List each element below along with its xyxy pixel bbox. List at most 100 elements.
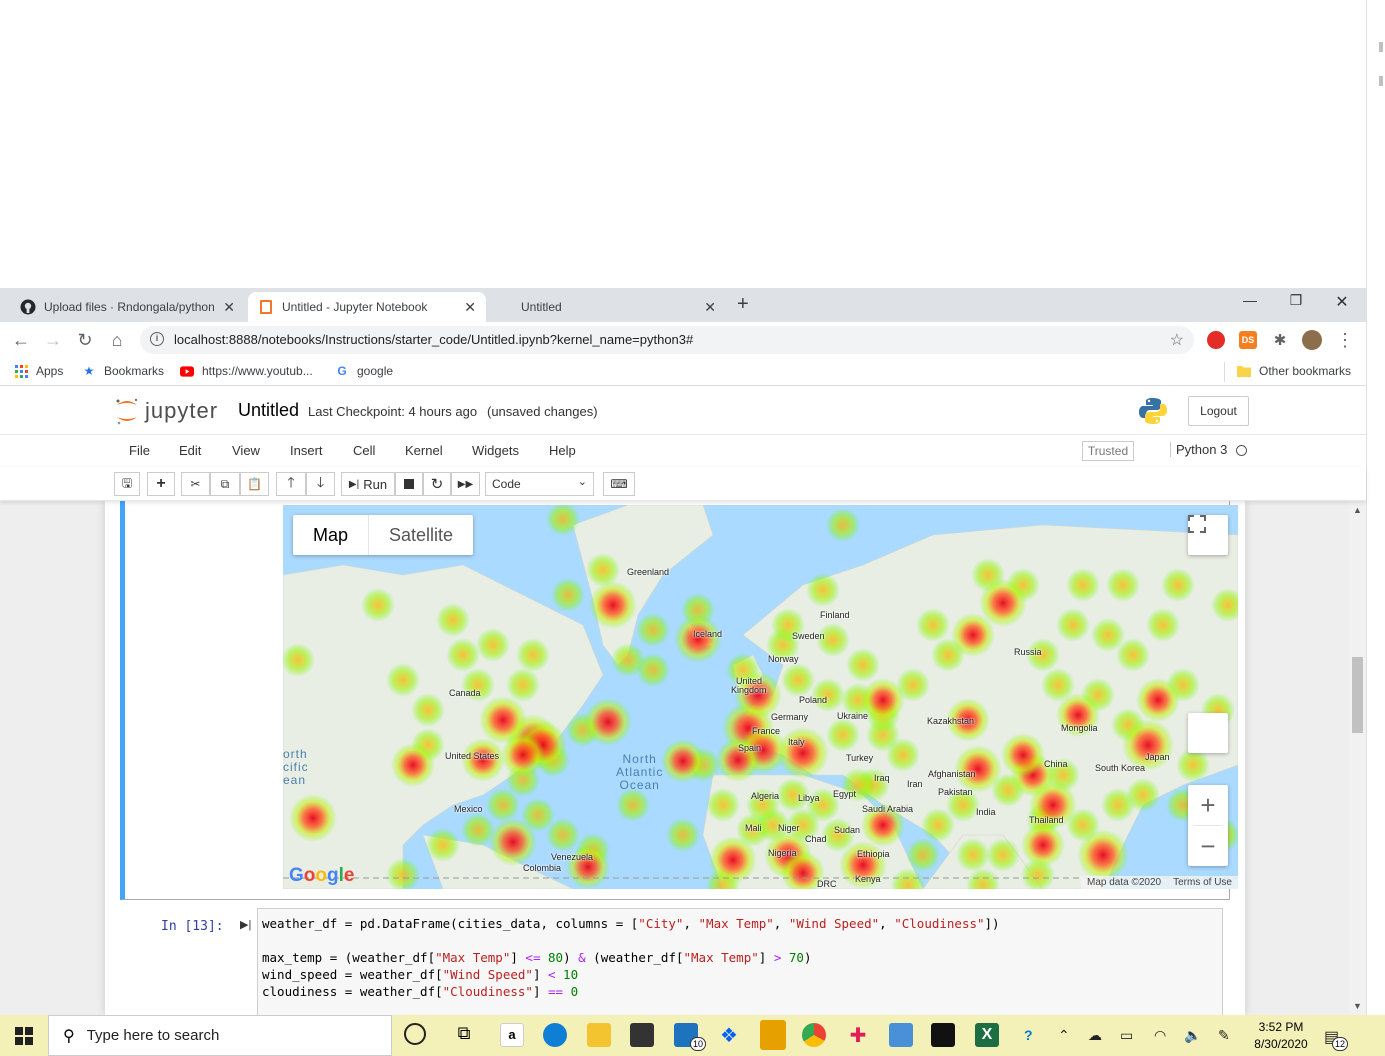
menu-edit[interactable]: Edit [179, 443, 201, 458]
onedrive-icon[interactable]: ☁ [1088, 1027, 1102, 1044]
move-up-button[interactable]: 🡑 [276, 472, 306, 496]
chrome-icon[interactable] [802, 1023, 826, 1047]
save-button[interactable]: 🖫 [114, 472, 140, 496]
map-type-satellite-button[interactable]: Satellite [368, 515, 473, 555]
reload-icon[interactable]: ↻ [74, 330, 96, 351]
fullscreen-button[interactable] [1188, 515, 1228, 555]
map-label: Finland [820, 610, 850, 620]
tab-github[interactable]: Upload files · Rndongala/python- ✕ [10, 292, 245, 322]
restart-run-all-button[interactable]: ▶▶ [451, 472, 480, 496]
notebook-title[interactable]: Untitled [238, 400, 299, 421]
sublime-icon[interactable] [760, 1020, 786, 1050]
menu-insert[interactable]: Insert [290, 443, 323, 458]
restart-button[interactable]: ↻ [423, 472, 451, 496]
logout-button[interactable]: Logout [1188, 396, 1249, 426]
trusted-indicator[interactable]: Trusted [1082, 441, 1134, 461]
help-icon[interactable]: ? [1024, 1027, 1033, 1043]
command-palette-button[interactable]: ⌨ [603, 472, 635, 496]
insert-cell-button[interactable]: + [147, 472, 175, 496]
menu-file[interactable]: File [129, 443, 150, 458]
close-icon[interactable]: ✕ [704, 299, 716, 316]
menu-widgets[interactable]: Widgets [472, 443, 519, 458]
terminal-icon[interactable] [931, 1023, 955, 1047]
close-icon[interactable]: ✕ [223, 299, 235, 316]
excel-icon[interactable]: X [975, 1023, 999, 1047]
amazon-icon[interactable]: a [500, 1023, 524, 1047]
cortana-icon[interactable] [404, 1023, 426, 1045]
puzzle-extensions-icon[interactable]: ✱ [1271, 331, 1289, 349]
menu-kernel[interactable]: Kernel [405, 443, 443, 458]
code-cell[interactable]: In [13]: ▶| weather_df = pd.DataFrame(ci… [120, 904, 1230, 1015]
taskbar-clock[interactable]: 3:52 PM 8/30/2020 [1250, 1019, 1312, 1053]
map-label: Mali [745, 823, 762, 833]
menu-kebab-icon[interactable]: ⋮ [1334, 330, 1356, 351]
remote-desktop-icon[interactable] [889, 1023, 913, 1047]
notebook-scrollbar[interactable]: ▲ ▼ [1349, 501, 1366, 1015]
pegman-button[interactable] [1188, 713, 1228, 753]
bookmark-apps[interactable]: Apps [14, 364, 63, 378]
ds-extension-icon[interactable]: DS [1239, 331, 1257, 349]
tab-untitled[interactable]: Untitled ✕ [488, 292, 726, 322]
edge-icon[interactable] [543, 1023, 567, 1047]
close-icon[interactable]: ✕ [464, 299, 476, 316]
zoom-out-icon[interactable]: − [1200, 826, 1215, 866]
cell-type-select[interactable]: Code ⌄ [485, 472, 594, 496]
tray-chevron-icon[interactable]: ⌃ [1058, 1027, 1070, 1044]
window-close-icon[interactable]: ✕ [1322, 292, 1362, 312]
bookmark-star-icon[interactable]: ☆ [1170, 330, 1184, 350]
bookmark-bookmarks[interactable]: ★ Bookmarks [82, 364, 164, 378]
paste-button[interactable]: 📋 [240, 472, 269, 496]
start-button[interactable] [0, 1015, 48, 1056]
dropbox-icon[interactable]: ❖ [717, 1023, 741, 1047]
address-bar[interactable]: i localhost:8888/notebooks/Instructions/… [140, 326, 1194, 354]
menu-cell[interactable]: Cell [353, 443, 375, 458]
map-type-map-button[interactable]: Map [293, 515, 368, 555]
code-editor[interactable]: weather_df = pd.DataFrame(cities_data, c… [257, 908, 1223, 1015]
heat-spot [706, 788, 740, 822]
taskbar-search[interactable]: ⚲ Type here to search [48, 1015, 392, 1056]
scroll-up-icon[interactable]: ▲ [1353, 505, 1362, 515]
interrupt-button[interactable] [395, 472, 423, 496]
search-icon: ⚲ [63, 1027, 75, 1045]
heatmap-map[interactable]: Greenland Iceland Finland Sweden Norway … [283, 505, 1238, 889]
restore-icon[interactable]: ❐ [1276, 292, 1316, 309]
store-icon[interactable] [630, 1023, 654, 1047]
forward-icon[interactable]: → [42, 330, 64, 351]
slack-icon[interactable]: ✚ [846, 1023, 870, 1047]
scroll-thumb[interactable] [1352, 657, 1363, 733]
minimize-icon[interactable]: — [1230, 292, 1270, 308]
opera-extension-icon[interactable] [1207, 331, 1225, 349]
avatar[interactable] [1302, 330, 1322, 350]
info-icon[interactable]: i [150, 332, 164, 346]
output-cell[interactable]: Greenland Iceland Finland Sweden Norway … [120, 501, 1238, 900]
scroll-down-icon[interactable]: ▼ [1353, 1001, 1362, 1011]
bookmark-other[interactable]: Other bookmarks [1237, 364, 1351, 378]
zoom-in-icon[interactable]: + [1200, 785, 1215, 825]
jupyter-logo[interactable]: jupyter [115, 396, 218, 426]
heat-spot [709, 836, 757, 884]
heat-spot [501, 733, 545, 777]
pen-icon[interactable]: ✎ [1218, 1027, 1230, 1044]
bookmark-google[interactable]: G google [335, 364, 393, 378]
cut-button[interactable]: ✂ [181, 472, 210, 496]
terms-link[interactable]: Terms of Use [1173, 877, 1232, 888]
menu-view[interactable]: View [232, 443, 260, 458]
new-tab-icon[interactable]: + [737, 293, 749, 316]
back-icon[interactable]: ← [10, 330, 32, 351]
jupyter-header: jupyter Untitled Last Checkpoint: 4 hour… [0, 390, 1366, 435]
copy-button[interactable]: ⧉ [210, 472, 240, 496]
move-down-button[interactable]: 🡓 [306, 472, 335, 496]
run-button[interactable]: ▶| Run [341, 472, 395, 496]
home-icon[interactable]: ⌂ [106, 330, 128, 351]
volume-icon[interactable]: 🔈 [1184, 1027, 1201, 1044]
file-explorer-icon[interactable] [587, 1023, 611, 1047]
tab-jupyter[interactable]: Untitled - Jupyter Notebook ✕ [248, 292, 486, 322]
wifi-icon[interactable]: ◠ [1154, 1027, 1166, 1044]
keyboard-icon: ⌨ [610, 477, 628, 491]
menu-help[interactable]: Help [549, 443, 576, 458]
bookmark-label: google [357, 364, 394, 378]
battery-icon[interactable]: ▭ [1120, 1027, 1133, 1044]
run-cell-icon[interactable]: ▶| [240, 918, 251, 931]
task-view-icon[interactable]: ⧉ [452, 1023, 476, 1047]
bookmark-youtube[interactable]: https://www.youtub... [180, 364, 313, 378]
